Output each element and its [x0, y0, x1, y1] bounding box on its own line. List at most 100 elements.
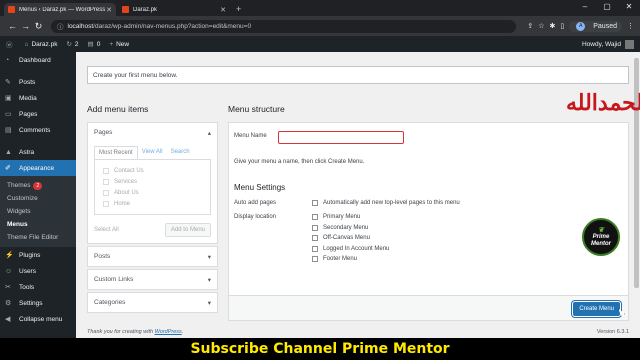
sidebar-item-users[interactable]: ☺ Users: [0, 263, 76, 279]
menu-structure-panel: Menu Name Give your menu a name, then cl…: [228, 122, 629, 296]
list-item[interactable]: Contact Us: [103, 165, 202, 176]
menu-name-label: Menu Name: [234, 133, 267, 139]
prime-mentor-logo: ❦ Prime Mentor: [582, 218, 620, 256]
menu-settings-heading: Menu Settings: [234, 183, 286, 192]
select-all-link[interactable]: Select All: [94, 227, 119, 233]
checkbox[interactable]: [103, 167, 109, 174]
settings-icon: ⚙: [5, 300, 12, 307]
create-menu-button[interactable]: Create Menu: [572, 301, 621, 317]
howdy-user[interactable]: Howdy, Wajid: [582, 41, 621, 48]
location-list: Primary Menu Secondary Menu Off-Canvas M…: [312, 212, 389, 265]
submenu-themes[interactable]: Themes 2: [0, 179, 76, 192]
checkbox[interactable]: [103, 178, 109, 185]
updates-count: 2: [74, 40, 79, 48]
profile-button[interactable]: A Paused: [569, 20, 622, 32]
checkbox[interactable]: [312, 200, 318, 207]
url-path: /daraz/wp-admin/nav-menus.php?action=edi…: [93, 22, 252, 30]
browser-tab-menus[interactable]: Menus ‹ Daraz.pk — WordPress ✕: [4, 3, 116, 16]
updates-link[interactable]: ↻ 2: [66, 40, 79, 49]
menu-dots-icon[interactable]: ⋮: [627, 22, 634, 30]
sidebar-item-dashboard[interactable]: ◔ Dashboard: [0, 52, 76, 68]
extensions-icon[interactable]: ✱: [550, 22, 556, 30]
admin-sidebar: ◔ Dashboard ✎ Posts ▣ Media ▭ Pages ▤ Comment…: [0, 52, 76, 338]
site-name-link[interactable]: ⌂ Daraz.pk: [25, 41, 58, 48]
checkbox[interactable]: [312, 245, 318, 252]
location-option[interactable]: Primary Menu: [312, 212, 389, 223]
tab-most-recent[interactable]: Most Recent: [94, 146, 138, 159]
comments-link[interactable]: ▤ 0: [88, 40, 101, 49]
share-icon[interactable]: ⇪: [527, 22, 533, 30]
tab-title: Daraz.pk: [133, 6, 158, 13]
sidebar-item-astra[interactable]: ▲ Astra: [0, 144, 76, 160]
sidebar-item-media[interactable]: ▣ Media: [0, 90, 76, 106]
wordpress-logo[interactable]: ⓦ: [6, 39, 16, 49]
checkbox[interactable]: [103, 200, 109, 207]
minimize-icon[interactable]: –: [574, 0, 596, 14]
sidebar-item-comments[interactable]: ▤ Comments: [0, 122, 76, 138]
notice-bar: Create your first menu below.: [87, 66, 629, 84]
sidebar-item-appearance[interactable]: ✐ Appearance: [0, 160, 76, 176]
auto-add-option[interactable]: Automatically add new top-level pages to…: [312, 198, 460, 209]
sidebar-item-pages[interactable]: ▭ Pages: [0, 106, 76, 122]
user-avatar[interactable]: [625, 39, 634, 49]
location-option[interactable]: Footer Menu: [312, 254, 389, 265]
sidepanel-icon[interactable]: ▯: [560, 22, 564, 30]
list-item[interactable]: Services: [103, 176, 202, 187]
info-icon[interactable]: ⓘ: [57, 21, 64, 31]
footer-thanks: Thank you for creating with WordPress.: [87, 329, 183, 335]
add-to-menu-button[interactable]: Add to Menu: [164, 223, 211, 237]
sidebar-item-posts[interactable]: ✎ Posts: [0, 74, 76, 90]
wordpress-link[interactable]: WordPress: [155, 329, 182, 335]
bookmark-star-icon[interactable]: ☆: [538, 22, 544, 30]
new-tab-icon[interactable]: +: [236, 3, 241, 16]
sidebar-item-settings[interactable]: ⚙ Settings: [0, 295, 76, 311]
checkbox[interactable]: [103, 189, 109, 196]
posts-panel-title: Posts: [94, 253, 111, 260]
sidebar-item-tools[interactable]: ✂ Tools: [0, 279, 76, 295]
submenu-theme-file-editor[interactable]: Theme File Editor: [0, 231, 76, 244]
collapse-icon: ◀: [5, 316, 11, 323]
sidebar-item-label: Appearance: [19, 164, 55, 172]
categories-panel[interactable]: Categories ▾: [87, 292, 218, 313]
close-tab-icon[interactable]: ✕: [106, 6, 112, 14]
pages-panel-header[interactable]: Pages ▴: [88, 123, 217, 142]
back-arrow-icon[interactable]: ←: [6, 21, 19, 31]
checkbox[interactable]: [312, 256, 318, 263]
checkbox[interactable]: [312, 235, 318, 242]
location-option[interactable]: Off-Canvas Menu: [312, 233, 389, 244]
updates-badge: 2: [33, 181, 43, 190]
page-label: About Us: [114, 189, 139, 196]
reload-icon[interactable]: ↻: [32, 21, 45, 32]
address-bar[interactable]: ⓘ localhost /daraz/wp-admin/nav-menus.ph…: [51, 19, 517, 33]
sidebar-collapse[interactable]: ◀ Collapse menu: [0, 311, 76, 327]
custom-links-panel[interactable]: Custom Links ▾: [87, 269, 218, 290]
location-option[interactable]: Logged In Account Menu: [312, 244, 389, 255]
menu-name-hint: Give your menu a name, then click Create…: [234, 159, 364, 165]
add-menu-items-heading: Add menu items: [87, 104, 149, 114]
maximize-icon[interactable]: ▢: [596, 0, 618, 14]
sidebar-item-plugins[interactable]: ⚡ Plugins: [0, 247, 76, 263]
browser-tab-daraz[interactable]: Daraz.pk ✕: [118, 3, 230, 16]
submenu-menus[interactable]: Menus: [0, 218, 76, 231]
new-content-link[interactable]: + New: [109, 41, 129, 48]
tab-search[interactable]: Search: [167, 146, 194, 159]
categories-panel-title: Categories: [94, 299, 126, 306]
list-item[interactable]: Home: [103, 198, 202, 209]
close-tab-icon[interactable]: ✕: [220, 6, 226, 14]
main-content: Create your first menu below. Add menu i…: [76, 52, 640, 338]
forward-arrow-icon[interactable]: →: [19, 21, 32, 31]
new-label: New: [116, 40, 130, 48]
submenu-widgets[interactable]: Widgets: [0, 205, 76, 218]
tab-view-all[interactable]: View All: [138, 146, 167, 159]
location-option[interactable]: Secondary Menu: [312, 223, 389, 234]
submenu-label: Theme File Editor: [7, 234, 59, 241]
posts-panel[interactable]: Posts ▾: [87, 246, 218, 267]
sidebar-item-label: Collapse menu: [19, 315, 63, 323]
close-window-icon[interactable]: ✕: [618, 0, 640, 14]
menu-name-input[interactable]: [278, 131, 404, 144]
checkbox[interactable]: [312, 214, 318, 221]
submenu-customize[interactable]: Customize: [0, 192, 76, 205]
list-item[interactable]: About Us: [103, 187, 202, 198]
wordpress-icon: ⓦ: [6, 42, 13, 49]
checkbox[interactable]: [312, 224, 318, 231]
